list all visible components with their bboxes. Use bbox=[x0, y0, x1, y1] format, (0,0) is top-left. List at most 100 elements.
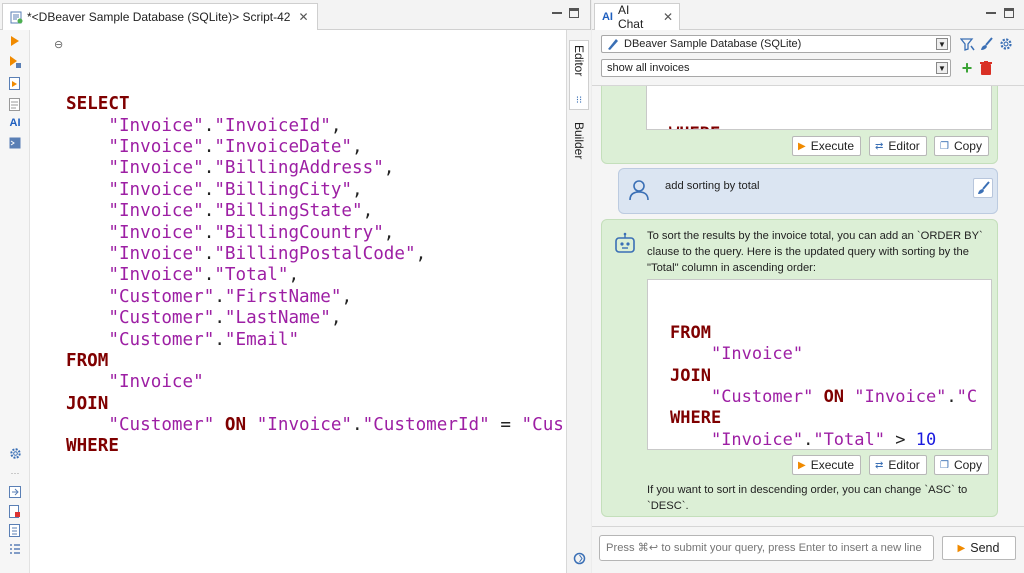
settings-gear-icon[interactable] bbox=[998, 36, 1014, 52]
chevron-down-icon[interactable]: ▼ bbox=[936, 62, 948, 74]
editor-label: Editor bbox=[888, 139, 920, 153]
code-line: "Invoice"."InvoiceId", bbox=[38, 116, 566, 137]
editor-label: Editor bbox=[888, 458, 920, 472]
code-token: , bbox=[383, 222, 395, 243]
fold-collapse-icon[interactable]: ⊖ bbox=[54, 35, 63, 56]
code-token: "Cus bbox=[521, 415, 564, 436]
user-message: add sorting by total bbox=[618, 168, 998, 214]
code-token: "Total" bbox=[813, 429, 885, 450]
code-line: WHERE bbox=[647, 124, 991, 129]
minimize-icon[interactable] bbox=[986, 8, 996, 14]
export-icon[interactable] bbox=[8, 485, 22, 499]
code-token: WHERE bbox=[669, 124, 720, 129]
outline-icon[interactable] bbox=[8, 542, 22, 556]
code-token: "Invoice" bbox=[108, 201, 204, 222]
code-line: "Customer" ON "Invoice"."C bbox=[648, 387, 991, 408]
code-token: , bbox=[330, 308, 342, 329]
database-icon bbox=[607, 38, 619, 50]
chat-input-area: ▶Send bbox=[592, 526, 1024, 573]
ai-code-lines: WHERE "Invoice"."Total" > 10; bbox=[647, 120, 991, 129]
code-token: . bbox=[214, 329, 225, 350]
code-line: "Invoice" bbox=[648, 344, 991, 365]
code-token: , bbox=[415, 243, 427, 264]
ai-message-intro: To sort the results by the invoice total… bbox=[647, 230, 983, 274]
ai-assist-icon[interactable]: AI bbox=[8, 116, 22, 130]
datasource-select[interactable]: DBeaver Sample Database (SQLite) ▼ bbox=[601, 35, 951, 53]
filter-icon[interactable] bbox=[959, 36, 975, 52]
file-lock-icon[interactable] bbox=[8, 504, 22, 518]
chevron-down-icon[interactable]: ▼ bbox=[936, 38, 948, 50]
code-token: = bbox=[489, 415, 522, 436]
open-in-editor-button[interactable]: ⇄ Editor bbox=[869, 136, 927, 156]
code-line: "Invoice"."BillingPostalCode", bbox=[38, 244, 566, 265]
maximize-icon[interactable] bbox=[1004, 8, 1014, 18]
code-token: ON bbox=[224, 415, 247, 436]
tab-script-42[interactable]: *<DBeaver Sample Database (SQLite)> Scri… bbox=[2, 3, 318, 30]
settings-gear-icon[interactable] bbox=[8, 446, 22, 460]
code-token: "Customer" bbox=[108, 329, 215, 350]
query-input[interactable] bbox=[599, 535, 934, 561]
code-token: , bbox=[362, 201, 374, 222]
code-token: , bbox=[341, 286, 353, 307]
sql-code-area[interactable]: ⊖ SELECT "Invoice"."InvoiceId", "Invoice… bbox=[38, 30, 566, 458]
code-line: "Customer"."Email" bbox=[38, 330, 566, 351]
sql-editor-pane: *<DBeaver Sample Database (SQLite)> Scri… bbox=[0, 0, 591, 573]
code-token: WHERE bbox=[670, 408, 722, 429]
code-token: . bbox=[214, 286, 225, 307]
code-line: FROM bbox=[648, 323, 991, 344]
chat-messages[interactable]: WHERE "Invoice"."Total" > 10; ▶Execute ⇄… bbox=[592, 86, 1024, 526]
open-in-editor-button[interactable]: ⇄ Editor bbox=[869, 455, 927, 475]
code-line: SELECT bbox=[38, 94, 566, 115]
chat-controls: DBeaver Sample Database (SQLite) ▼ show … bbox=[592, 30, 1024, 86]
execute-statement-new-tab-icon[interactable] bbox=[8, 55, 22, 69]
user-message-text: add sorting by total bbox=[665, 180, 760, 192]
clear-brush-icon[interactable] bbox=[973, 178, 993, 198]
minimize-icon[interactable] bbox=[552, 8, 562, 14]
explain-plan-icon[interactable] bbox=[8, 97, 22, 111]
tab-ai-chat[interactable]: AI AI Chat ✕ bbox=[594, 3, 680, 31]
close-icon[interactable]: ✕ bbox=[298, 10, 308, 24]
code-token: . bbox=[203, 243, 215, 264]
user-avatar-icon bbox=[629, 179, 651, 201]
code-line: "Invoice"."BillingCountry", bbox=[38, 223, 566, 244]
code-token: "InvoiceDate" bbox=[214, 137, 353, 157]
code-token: > bbox=[884, 429, 916, 450]
send-button[interactable]: ▶ Send bbox=[942, 536, 1016, 560]
code-token: . bbox=[946, 386, 957, 407]
execute-statement-icon[interactable] bbox=[8, 34, 22, 48]
code-token: . bbox=[203, 201, 215, 222]
copy-button[interactable]: ❐ Copy bbox=[934, 136, 989, 156]
copy-button[interactable]: ❐ Copy bbox=[934, 455, 989, 475]
execute-button[interactable]: ▶ Execute bbox=[792, 136, 862, 156]
execute-button[interactable]: ▶ Execute bbox=[792, 455, 862, 475]
code-token: JOIN bbox=[670, 365, 711, 386]
chat-thread-select[interactable]: show all invoices ▼ bbox=[601, 59, 951, 77]
code-token: ON bbox=[823, 386, 845, 407]
code-token: "Total" bbox=[214, 265, 289, 286]
code-token: "C bbox=[956, 386, 978, 407]
code-token: . bbox=[203, 115, 215, 136]
terminal-icon[interactable] bbox=[8, 136, 22, 150]
add-icon[interactable]: + bbox=[959, 58, 975, 78]
code-token: "Invoice" bbox=[256, 415, 353, 436]
close-icon[interactable]: ✕ bbox=[663, 10, 673, 24]
tab-builder[interactable]: Builder bbox=[569, 118, 589, 188]
code-token: "Invoice" bbox=[108, 137, 204, 157]
code-line: "Invoice"."Total" > 10 bbox=[648, 429, 991, 450]
maximize-icon[interactable] bbox=[569, 8, 579, 18]
execute-script-icon[interactable] bbox=[8, 76, 22, 90]
code-token: "Customer" bbox=[108, 308, 215, 329]
sync-icon[interactable] bbox=[571, 550, 587, 566]
format-sql-icon[interactable] bbox=[8, 523, 22, 537]
clear-brush-icon[interactable] bbox=[978, 36, 994, 52]
chat-thread-value: show all invoices bbox=[607, 62, 690, 74]
code-token: "Invoice" bbox=[108, 222, 204, 243]
code-token: "Invoice" bbox=[710, 344, 804, 365]
delete-trash-icon[interactable] bbox=[978, 60, 994, 76]
